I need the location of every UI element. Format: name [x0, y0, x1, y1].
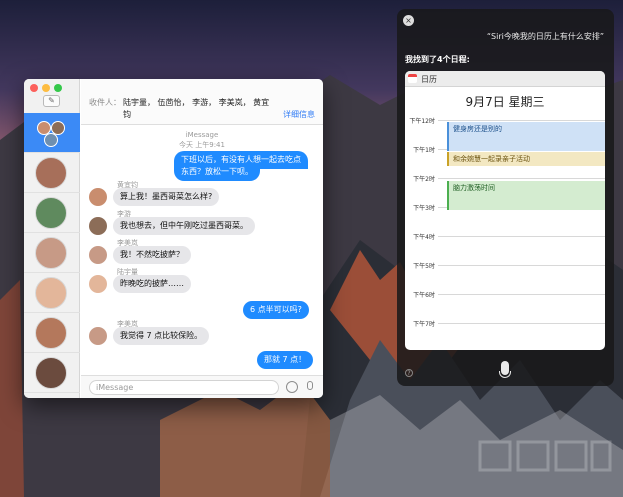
avatar: [89, 275, 107, 293]
calendar-app-name: 日历: [421, 75, 437, 84]
avatar: [35, 197, 67, 229]
avatar: [89, 246, 107, 264]
minimize-window-button[interactable]: [42, 84, 50, 92]
avatar: [35, 317, 67, 349]
message-input-bar: iMessage: [81, 375, 323, 398]
message-bubble-incoming[interactable]: 我也想去，但中午刚吃过墨西哥菜。: [113, 217, 255, 235]
conversation-item[interactable]: [24, 273, 80, 313]
close-icon[interactable]: ×: [403, 15, 414, 26]
conversation-sidebar: ✎: [24, 79, 80, 398]
hour-label: 下午7时: [413, 321, 435, 328]
message-bubble-incoming[interactable]: 算上我！墨西哥菜怎么样?: [113, 188, 220, 206]
calendar-card[interactable]: 日历 9月7日 星期三 下午12时 下午1时 下午2时 下午3时 下午4时 下午…: [405, 71, 605, 350]
conversation-group[interactable]: [24, 113, 80, 153]
conversation-item[interactable]: [24, 193, 80, 233]
conversation-item[interactable]: [24, 313, 80, 353]
conversation-item[interactable]: [24, 353, 80, 393]
message-input[interactable]: iMessage: [89, 380, 279, 395]
recipients-list[interactable]: 陆宇量， 伍茴怡， 李游， 李美岚， 黄宜钧: [123, 97, 273, 121]
hour-label: 下午6时: [413, 292, 435, 299]
avatar: [35, 357, 67, 389]
emoji-icon[interactable]: [286, 381, 298, 393]
service-label: iMessage: [185, 131, 219, 139]
hour-label: 下午3时: [413, 205, 435, 212]
avatar: [35, 157, 67, 189]
conversation-item[interactable]: [24, 233, 80, 273]
zoom-window-button[interactable]: [54, 84, 62, 92]
details-link[interactable]: 详细信息: [283, 109, 315, 120]
message-bubble-outgoing[interactable]: 东西？放松一下呗。: [174, 163, 260, 181]
avatar: [35, 277, 67, 309]
avatar: [89, 217, 107, 235]
calendar-header: 日历: [405, 71, 605, 87]
message-bubble-incoming[interactable]: 我！不然吃披萨？: [113, 246, 191, 264]
calendar-date: 9月7日 星期三: [465, 95, 545, 109]
message-bubble-incoming[interactable]: 我觉得 7 点比较保险。: [113, 327, 210, 345]
siri-microphone-stand: [499, 371, 511, 378]
calendar-event[interactable]: 和余婉慧一起录亲子活动: [447, 152, 605, 166]
message-bubble-outgoing[interactable]: 6 点半可以吗?: [243, 301, 309, 319]
avatar: [89, 188, 107, 206]
help-icon[interactable]: ?: [405, 369, 413, 377]
avatar: [35, 237, 67, 269]
hour-label: 下午12时: [409, 118, 435, 125]
recipients-bar: 收件人： 陆宇量， 伍茴怡， 李游， 李美岚， 黄宜钧 详细信息: [81, 79, 323, 125]
conversation-item[interactable]: [24, 153, 80, 193]
hour-label: 下午2时: [413, 176, 435, 183]
siri-query: “Siri今晚我的日历上有什么安排”: [486, 32, 604, 41]
timestamp: 今天 上午9:41: [179, 141, 225, 149]
hour-label: 下午5时: [413, 263, 435, 270]
hour-label: 下午4时: [413, 234, 435, 241]
siri-answer: 我找到了4个日程:: [405, 55, 470, 64]
message-thread: iMessage 今天 上午9:41 下班以后，有没有人想一起去吃点 东西？放松…: [81, 125, 323, 375]
avatar: [89, 327, 107, 345]
siri-panel: × “Siri今晚我的日历上有什么安排” 我找到了4个日程: 日历 9月7日 星…: [397, 9, 614, 386]
calendar-event[interactable]: 健身房还是别的: [447, 122, 605, 151]
to-label: 收件人：: [89, 98, 121, 107]
messages-window: ✎ 收件人： 陆宇量， 伍茴怡， 李游， 李美岚， 黄宜钧 详细信息 iMess…: [24, 79, 323, 398]
watermark-logo: [478, 440, 612, 472]
conversation-pane: 收件人： 陆宇量， 伍茴怡， 李游， 李美岚， 黄宜钧 详细信息 iMessag…: [81, 79, 323, 398]
microphone-icon[interactable]: [307, 381, 313, 390]
calendar-event[interactable]: 脑力激荡时间: [447, 181, 605, 210]
window-controls: [30, 84, 62, 92]
message-bubble-incoming[interactable]: 昨晚吃的披萨……: [113, 275, 191, 293]
hour-label: 下午1时: [413, 147, 435, 154]
close-window-button[interactable]: [30, 84, 38, 92]
message-bubble-outgoing[interactable]: 那就 7 点！: [257, 351, 314, 369]
compose-icon[interactable]: ✎: [43, 95, 60, 107]
calendar-icon: [408, 74, 417, 83]
